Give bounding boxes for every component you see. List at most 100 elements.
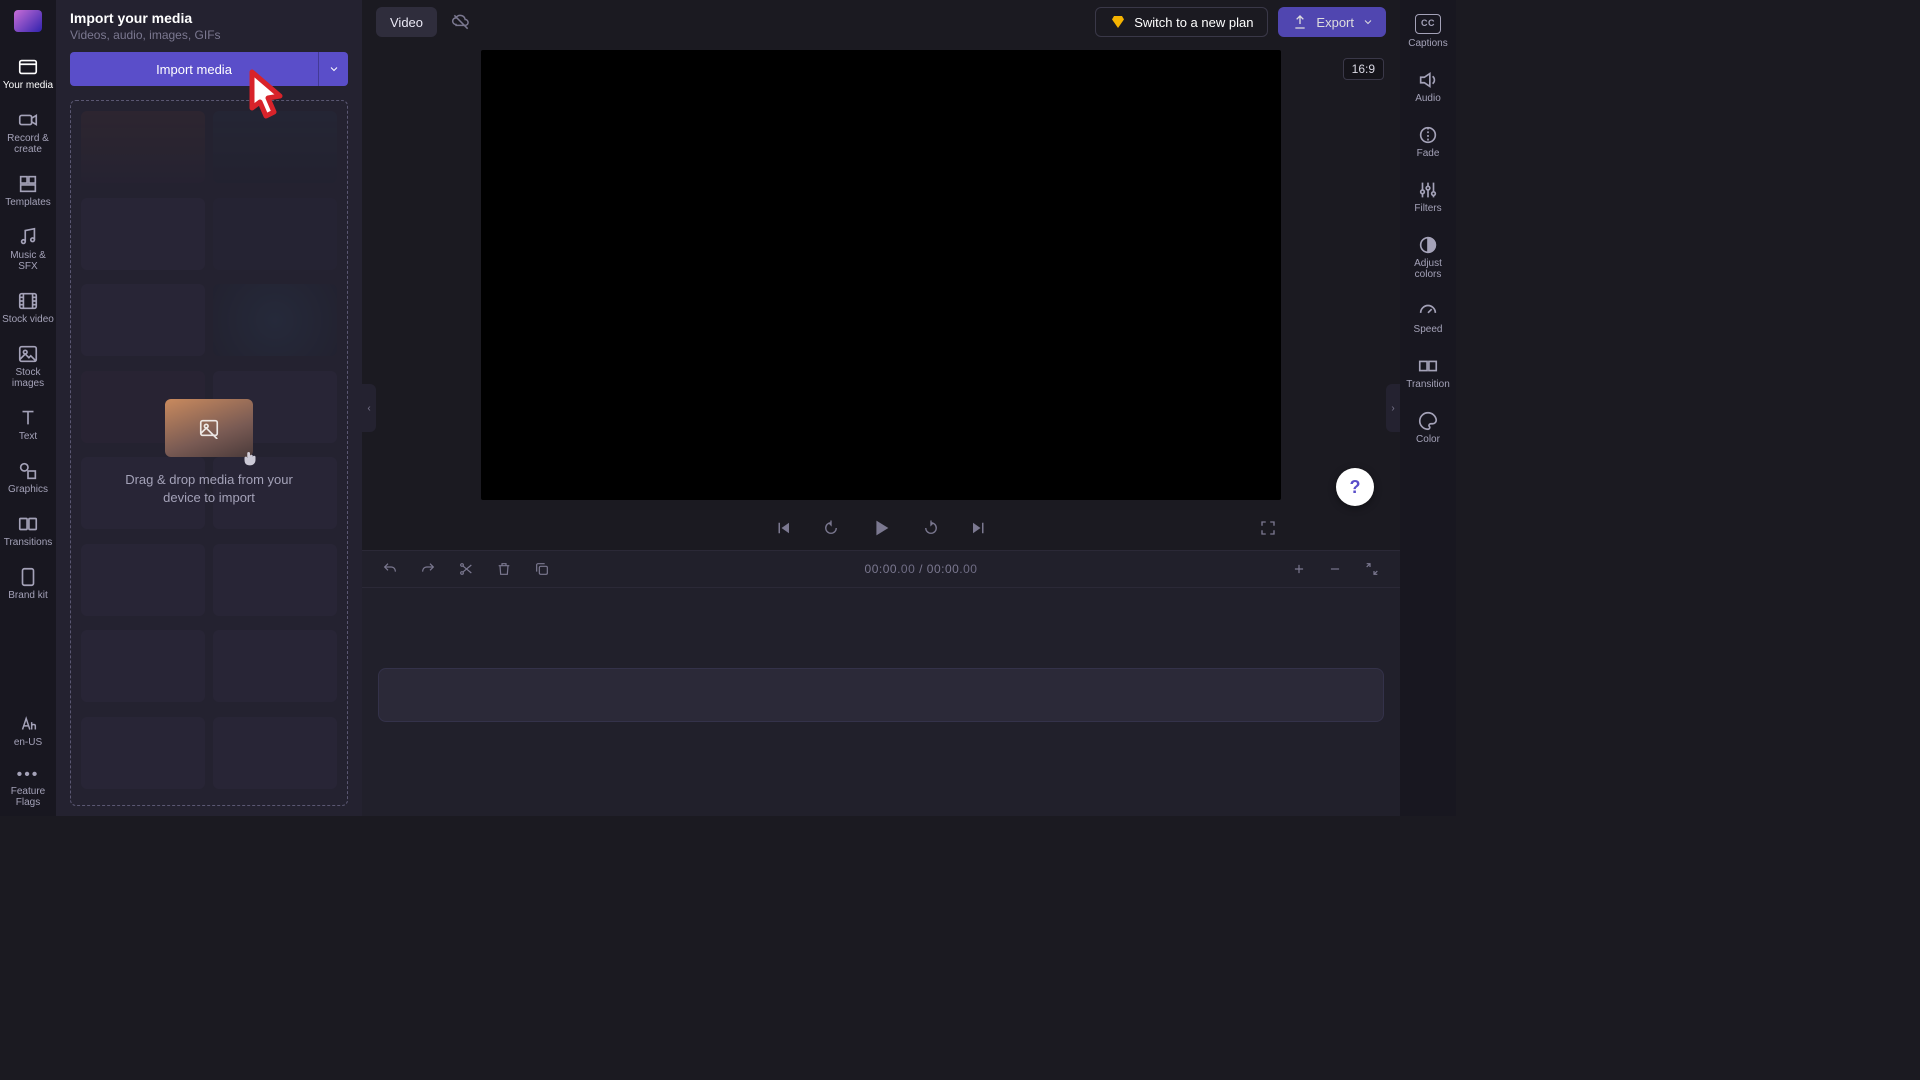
fit-timeline-button[interactable]: [1362, 559, 1382, 579]
prev-clip-button[interactable]: [770, 515, 796, 541]
shapes-icon: [17, 460, 39, 482]
right-item-transition[interactable]: Transition: [1400, 349, 1456, 398]
right-item-color[interactable]: Color: [1400, 404, 1456, 453]
export-button[interactable]: Export: [1278, 7, 1386, 37]
export-label: Export: [1316, 15, 1354, 30]
sidebar-item-text[interactable]: Text: [0, 401, 56, 450]
right-sidebar: CC Captions Audio Fade Filters Adjust co…: [1400, 0, 1456, 816]
time-current: 00:00: [865, 562, 898, 576]
transitions-icon: [17, 513, 39, 535]
duplicate-button[interactable]: [532, 559, 552, 579]
app-logo-icon: [14, 10, 42, 32]
timeline-track-empty[interactable]: [378, 668, 1384, 722]
time-total-frac: .00: [959, 562, 977, 576]
right-item-captions[interactable]: CC Captions: [1400, 8, 1456, 57]
transition-icon: [1417, 355, 1439, 377]
sliders-icon: [1417, 179, 1439, 201]
video-preview[interactable]: [481, 50, 1281, 500]
cloud-sync-off-icon[interactable]: [451, 12, 471, 32]
hand-grab-icon: [239, 447, 261, 469]
sidebar-item-label: Stock video: [2, 314, 54, 325]
step-forward-button[interactable]: [918, 515, 944, 541]
sidebar-item-label: Templates: [5, 197, 51, 208]
workspace: Video Switch to a new plan Export 16:9: [362, 0, 1400, 816]
right-item-fade[interactable]: Fade: [1400, 118, 1456, 167]
switch-plan-button[interactable]: Switch to a new plan: [1095, 7, 1268, 37]
right-item-label: Fade: [1417, 148, 1440, 159]
sidebar-item-feature-flags[interactable]: ••• Feature Flags: [0, 760, 56, 816]
templates-icon: [17, 173, 39, 195]
right-item-filters[interactable]: Filters: [1400, 173, 1456, 222]
right-item-label: Speed: [1414, 324, 1443, 335]
sidebar-item-locale[interactable]: en-US: [0, 707, 56, 756]
brand-icon: [17, 566, 39, 588]
palette-icon: [1417, 410, 1439, 432]
right-item-audio[interactable]: Audio: [1400, 63, 1456, 112]
media-panel: Import your media Videos, audio, images,…: [56, 0, 362, 816]
right-item-label: Audio: [1415, 93, 1441, 104]
camera-icon: [17, 109, 39, 131]
sidebar-item-label: Stock images: [12, 367, 44, 389]
delete-button[interactable]: [494, 559, 514, 579]
drag-thumb-illustration: [165, 399, 253, 457]
play-button[interactable]: [866, 513, 896, 543]
video-title-button[interactable]: Video: [376, 7, 437, 37]
upload-icon: [1292, 14, 1308, 30]
undo-button[interactable]: [380, 559, 400, 579]
topbar: Video Switch to a new plan Export: [362, 0, 1400, 44]
sidebar-item-record-create[interactable]: Record & create: [0, 103, 56, 163]
left-sidebar: Your media Record & create Templates Mus…: [0, 0, 56, 816]
timeline-area[interactable]: [362, 588, 1400, 816]
film-icon: [17, 290, 39, 312]
redo-button[interactable]: [418, 559, 438, 579]
time-total: 00:00: [927, 562, 960, 576]
image-icon: [198, 417, 220, 439]
sidebar-item-templates[interactable]: Templates: [0, 167, 56, 216]
sidebar-item-music-sfx[interactable]: Music & SFX: [0, 220, 56, 280]
right-item-adjust-colors[interactable]: Adjust colors: [1400, 228, 1456, 288]
sidebar-item-label: Text: [19, 431, 37, 442]
help-fab-button[interactable]: ?: [1336, 468, 1374, 506]
switch-plan-label: Switch to a new plan: [1134, 15, 1253, 30]
sidebar-item-stock-video[interactable]: Stock video: [0, 284, 56, 333]
step-back-button[interactable]: [818, 515, 844, 541]
sidebar-item-transitions[interactable]: Transitions: [0, 507, 56, 556]
sidebar-item-graphics[interactable]: Graphics: [0, 454, 56, 503]
fullscreen-button[interactable]: [1255, 515, 1281, 541]
sidebar-item-label: Your media: [3, 80, 53, 91]
time-current-frac: .00: [897, 562, 915, 576]
collapse-properties-handle[interactable]: ›: [1386, 384, 1400, 432]
speaker-icon: [1417, 69, 1439, 91]
preview-area: 16:9: [362, 44, 1400, 550]
right-item-speed[interactable]: Speed: [1400, 294, 1456, 343]
sidebar-item-stock-images[interactable]: Stock images: [0, 337, 56, 397]
import-media-dropdown-button[interactable]: [318, 52, 348, 86]
next-clip-button[interactable]: [966, 515, 992, 541]
sidebar-item-your-media[interactable]: Your media: [0, 50, 56, 99]
aspect-ratio-button[interactable]: 16:9: [1343, 58, 1384, 80]
sidebar-item-brand-kit[interactable]: Brand kit: [0, 560, 56, 609]
sidebar-item-label: en-US: [14, 737, 42, 748]
timeline-timecode: 00:00.00 / 00:00.00: [865, 562, 978, 576]
sidebar-item-label: Graphics: [8, 484, 48, 495]
diamond-icon: [1110, 14, 1126, 30]
text-icon: [17, 407, 39, 429]
timeline-toolbar: 00:00.00 / 00:00.00: [362, 550, 1400, 588]
import-media-button[interactable]: Import media: [70, 52, 318, 86]
sidebar-item-label: Record & create: [7, 133, 49, 155]
sidebar-item-label: Transitions: [4, 537, 53, 548]
dropzone-center: Drag & drop media from your device to im…: [71, 101, 347, 805]
fade-icon: [1417, 124, 1439, 146]
time-sep: /: [915, 562, 927, 576]
right-item-label: Color: [1416, 434, 1440, 445]
sidebar-item-label: Brand kit: [8, 590, 47, 601]
zoom-out-button[interactable]: [1326, 560, 1344, 578]
dropzone-text: Drag & drop media from your device to im…: [124, 471, 294, 506]
zoom-in-button[interactable]: [1290, 560, 1308, 578]
split-button[interactable]: [456, 559, 476, 579]
font-icon: [17, 713, 39, 735]
media-dropzone[interactable]: Drag & drop media from your device to im…: [70, 100, 348, 806]
right-item-label: Adjust colors: [1400, 258, 1456, 280]
panel-subtitle: Videos, audio, images, GIFs: [70, 28, 348, 42]
sidebar-item-label: Music & SFX: [0, 250, 56, 272]
